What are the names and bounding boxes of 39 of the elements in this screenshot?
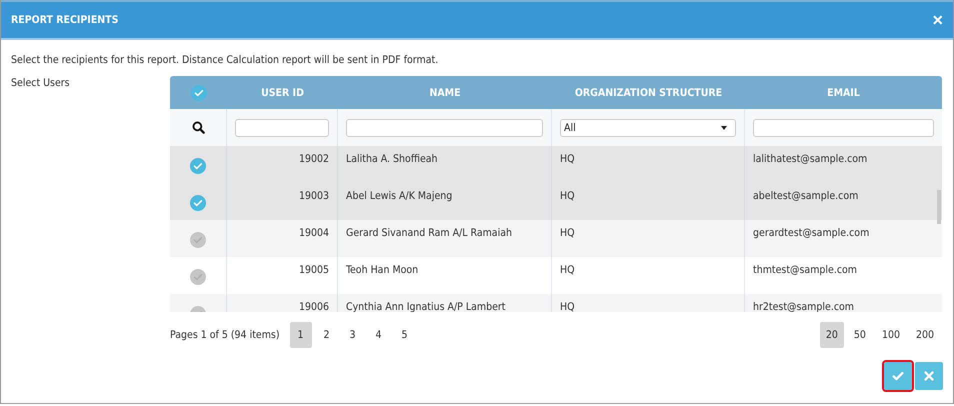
page-button[interactable]: 5 — [394, 322, 416, 348]
filter-field[interactable] — [235, 118, 329, 136]
table-cell-text: hr2test@sample.com — [752, 300, 855, 312]
close-icon — [922, 369, 936, 383]
page-button[interactable]: 3 — [342, 322, 364, 348]
table-cell-text: thmtest@sample.com — [752, 263, 858, 278]
description-text: Select the recipients for this report. Distance Calculation report will be sent in PDF format. — [11, 54, 440, 66]
page-size-button[interactable]: 50 — [848, 322, 872, 348]
table-row[interactable]: 19006 Cynthia Ann Ignatius A/P Lambert HQ hr2test@sample.com — [170, 294, 942, 312]
search-icon — [192, 121, 204, 134]
field-label: Select Users — [11, 76, 71, 91]
dropdown[interactable]: All — [560, 118, 736, 136]
checkbox[interactable] — [190, 269, 206, 285]
table-cell-text: abeltest@sample.com — [752, 189, 860, 204]
cancel-button[interactable] — [915, 362, 943, 390]
page-button[interactable]: 2 — [316, 322, 338, 348]
page-size-button[interactable]: 200 — [910, 322, 940, 348]
table-row[interactable]: 19002 Lalitha A. Shoffieah HQ lalithatest@sample.com — [170, 146, 942, 183]
page-size-button[interactable]: 100 — [876, 322, 906, 348]
page-button[interactable]: 1 — [290, 322, 312, 348]
pager-summary: Pages 1 of 5 (94 items) — [170, 329, 280, 341]
page-button[interactable]: 4 — [368, 322, 390, 348]
table-cell-text: gerardtest@sample.com — [752, 226, 870, 241]
dialog-title: REPORT RECIPIENTS — [11, 14, 118, 26]
table-row[interactable]: 19003 Abel Lewis A/K Majeng HQ abeltest@sample.com — [170, 183, 942, 220]
table-cell-text: lalithatest@sample.com — [752, 152, 868, 167]
table-row[interactable]: 19004 Gerard Sivanand Ram A/L Ramaiah HQ gerardtest@sample.com — [170, 220, 942, 257]
checkbox[interactable] — [190, 232, 206, 248]
filter-field[interactable] — [346, 118, 543, 136]
table-cell: HQ — [552, 294, 745, 312]
checkbox[interactable] — [190, 195, 206, 211]
confirm-button[interactable] — [884, 362, 912, 390]
checkbox[interactable] — [190, 84, 206, 100]
check-icon — [891, 369, 905, 383]
filter-field[interactable] — [753, 118, 934, 136]
page-size-button[interactable]: 20 — [820, 322, 844, 348]
caret-icon — [721, 126, 727, 130]
table-cell: Cynthia Ann Ignatius A/P Lambert — [338, 294, 552, 312]
checkbox[interactable] — [190, 158, 206, 174]
